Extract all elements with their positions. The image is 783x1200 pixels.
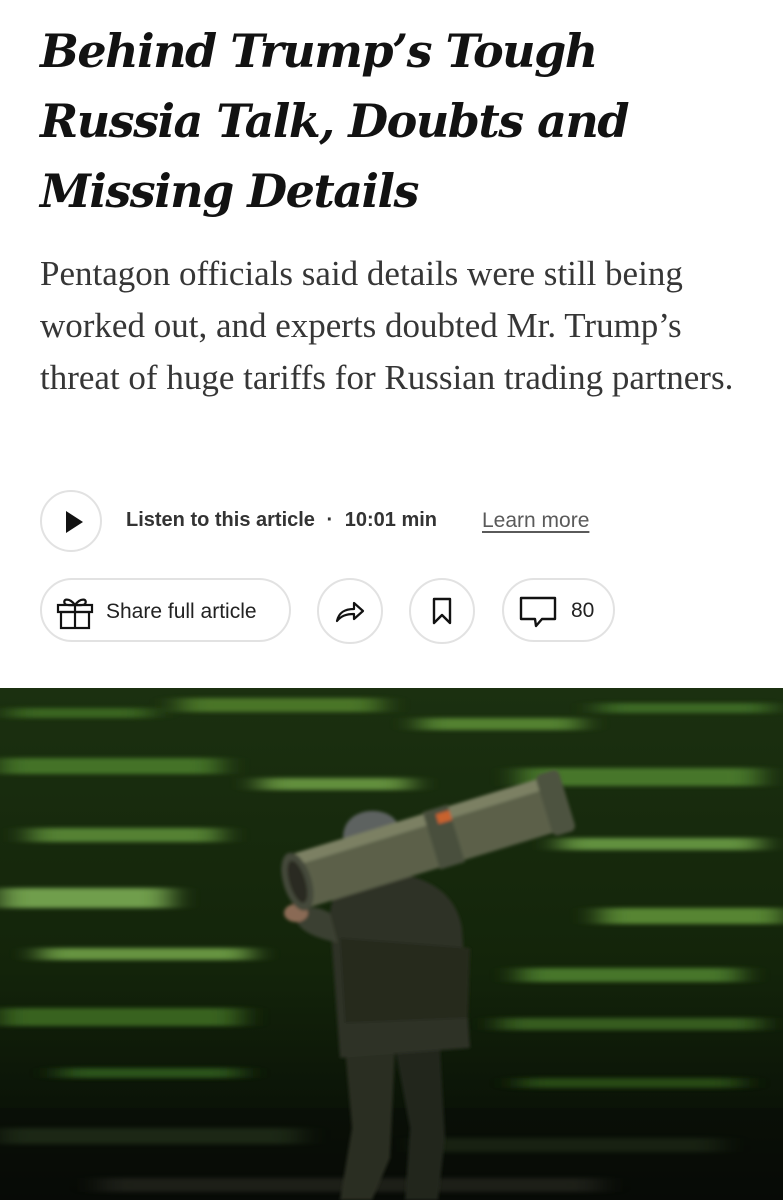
comment-count: 80 (571, 599, 595, 622)
listen-separator: · (326, 509, 334, 531)
audio-player-row: Listen to this article · 10:01 min Learn… (40, 490, 760, 556)
audio-duration: 10:01 min (344, 509, 437, 531)
share-full-article-label: Share full article (106, 600, 257, 623)
share-arrow-icon (335, 601, 365, 623)
soldier-photo-illustration (0, 688, 783, 1200)
share-button[interactable] (317, 578, 383, 644)
listen-title: Listen to this article (126, 509, 315, 531)
play-icon (66, 511, 83, 533)
play-button[interactable] (40, 490, 102, 552)
comment-icon (519, 596, 557, 628)
learn-more-link[interactable]: Learn more (482, 509, 589, 533)
comments-button[interactable]: 80 (502, 578, 615, 642)
article-headline: Behind Trump’s Tough Russia Talk, Doubts… (40, 24, 630, 218)
article-actions-row: Share full article 80 (40, 578, 760, 644)
article-photo (0, 688, 783, 1200)
gift-icon (56, 598, 94, 630)
bookmark-icon (432, 597, 452, 625)
listen-label: Listen to this article · 10:01 min (126, 509, 437, 532)
share-full-article-button[interactable]: Share full article (40, 578, 291, 642)
save-article-button[interactable] (409, 578, 475, 644)
article-summary: Pentagon officials said details were sti… (40, 254, 734, 397)
